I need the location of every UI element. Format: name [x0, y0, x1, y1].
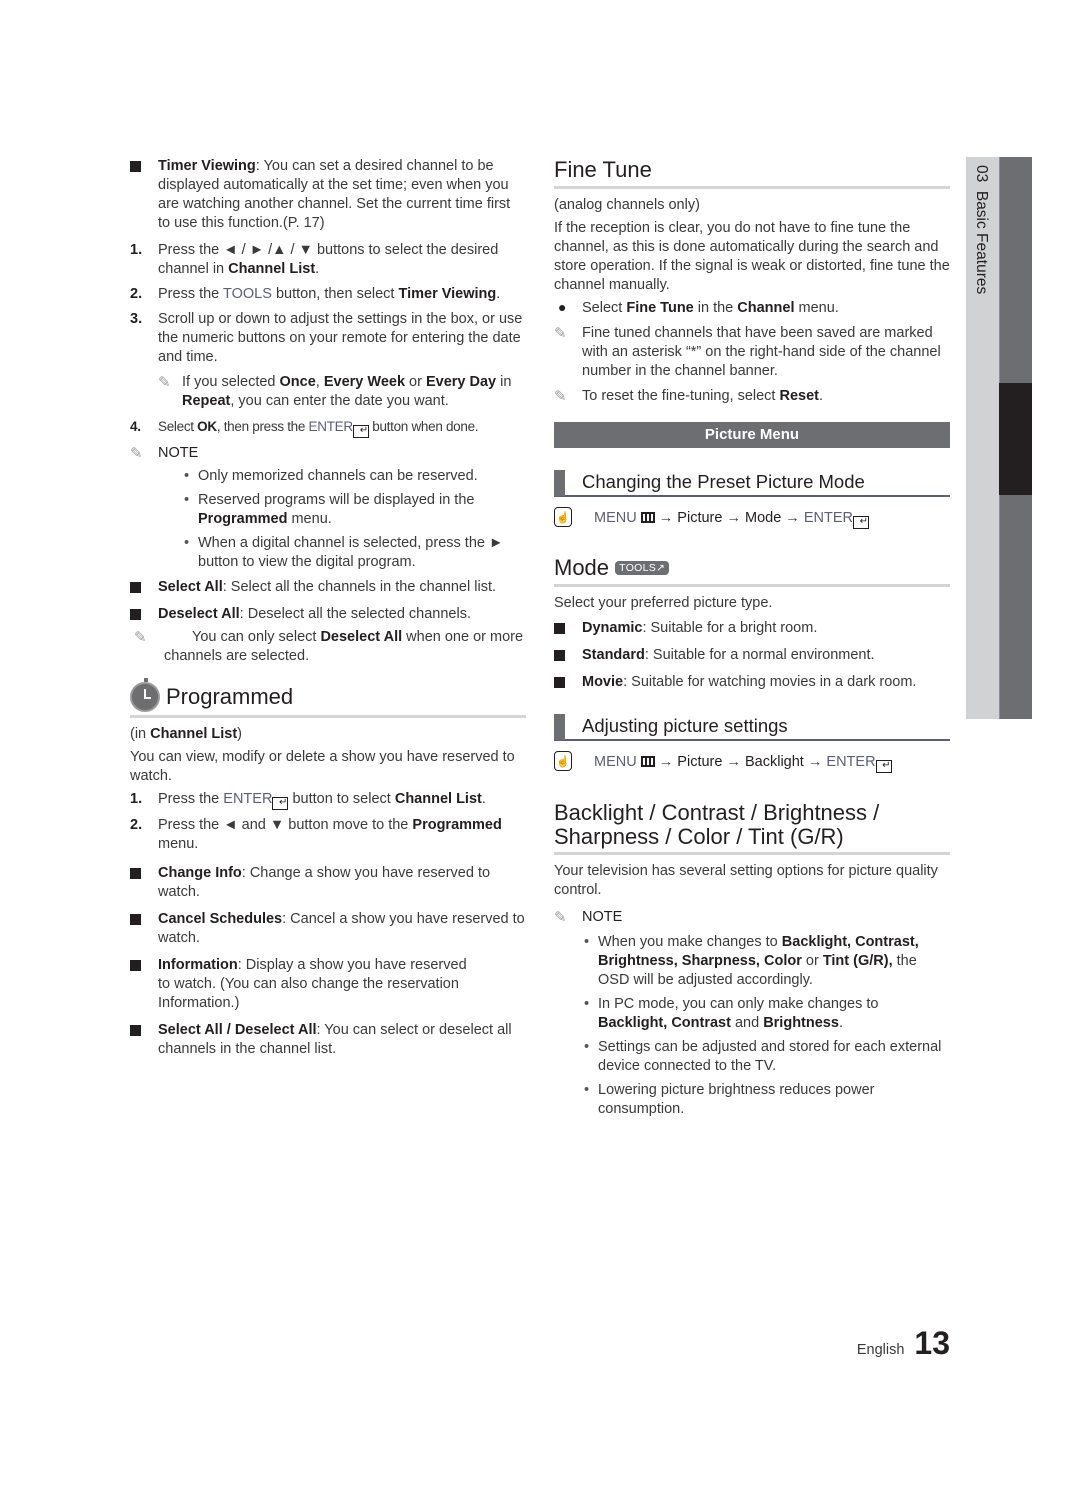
- pencil-note-icon: ✎: [554, 909, 567, 926]
- footer-language: English: [856, 1342, 905, 1358]
- note-heading: ✎ NOTE: [130, 445, 199, 462]
- tools-button-ref: TOOLS: [223, 286, 272, 302]
- square-bullet-icon: [554, 677, 565, 688]
- mode-heading: Mode TOOLS↗: [554, 555, 950, 587]
- programmed-context: (in Channel List): [130, 726, 243, 742]
- backlight-intro: Your television has several setting opti…: [554, 863, 938, 898]
- term: Timer Viewing: [158, 158, 256, 174]
- mode-standard-item: Standard: Suitable for a normal environm…: [554, 646, 950, 665]
- select-deselect-all-item: Select All / Deselect All: You can selec…: [130, 1021, 526, 1059]
- left-column: Timer Viewing: You can set a desired cha…: [130, 157, 526, 1067]
- square-bullet-icon: [130, 582, 141, 593]
- programmed-intro: You can view, modify or delete a show yo…: [130, 749, 515, 784]
- step-3-note: ✎ If you selected Once, Every Week or Ev…: [158, 374, 512, 409]
- note-bullet: • In PC mode, you can only make changes …: [584, 996, 879, 1031]
- page-number: 13: [914, 1325, 950, 1361]
- enter-icon: ↵: [352, 425, 369, 438]
- square-bullet-icon: [130, 914, 141, 925]
- select-all-item: Select All: Select all the channels in t…: [130, 578, 526, 597]
- fine-tune-bullet: ● Select Fine Tune in the Channel menu.: [558, 299, 839, 316]
- tools-badge: TOOLS↗: [615, 561, 670, 575]
- page-footer: English 13: [856, 1325, 950, 1361]
- enter-icon: ↵: [875, 760, 892, 773]
- programmed-heading: Programmed: [130, 678, 526, 718]
- step-2: 2. Press the TOOLS button, then select T…: [130, 286, 501, 302]
- adjusting-menu-path: ☝ MENU → Picture → Backlight → ENTER ↵: [554, 751, 950, 773]
- square-bullet-icon: [130, 161, 141, 172]
- right-column: Fine Tune (analog channels only) If the …: [554, 157, 950, 1124]
- chapter-index-active-marker: [999, 383, 1032, 495]
- square-bullet-icon: [554, 650, 565, 661]
- adjusting-picture-heading: Adjusting picture settings: [554, 714, 950, 741]
- backlight-heading: Backlight / Contrast / Brightness / Shar…: [554, 801, 950, 855]
- preset-picture-mode-heading: Changing the Preset Picture Mode: [554, 470, 950, 497]
- note-bullet: • When you make changes to Backlight, Co…: [584, 934, 919, 988]
- mode-dynamic-item: Dynamic: Suitable for a bright room.: [554, 619, 950, 638]
- note-bullet: • Reserved programs will be displayed in…: [184, 492, 475, 527]
- fine-tune-heading: Fine Tune: [554, 157, 950, 189]
- hand-pointer-icon: ☝: [554, 751, 572, 771]
- enter-icon: ↵: [272, 797, 289, 810]
- menu-grid-icon: [640, 756, 655, 767]
- mode-intro: Select your preferred picture type.: [554, 595, 773, 611]
- square-bullet-icon: [554, 623, 565, 634]
- square-bullet-icon: [130, 960, 141, 971]
- fine-tune-intro: If the reception is clear, you do not ha…: [554, 220, 950, 293]
- backlight-note-heading: ✎ NOTE: [554, 909, 623, 926]
- pencil-note-icon: ✎: [554, 325, 567, 342]
- step-4: 4. Select OK, then press the ENTER ↵ butt…: [130, 419, 479, 438]
- square-bullet-icon: [130, 1025, 141, 1036]
- square-bullet-icon: [130, 868, 141, 879]
- information-item: Information: Display a show you have res…: [130, 956, 526, 1013]
- step-3: 3. Scroll up or down to adjust the setti…: [130, 311, 523, 365]
- note-bullet: • Lowering picture brightness reduces po…: [584, 1082, 875, 1117]
- programmed-step-2: 2. Press the ◄ and ▼ button move to the …: [130, 817, 502, 852]
- pencil-note-icon: ✎: [130, 445, 143, 462]
- step-1: 1. Press the ◄ / ► /▲ / ▼ buttons to sel…: [130, 242, 499, 277]
- fine-tune-note-2: ✎ To reset the fine-tuning, select Reset…: [554, 388, 824, 405]
- timer-viewing-item: Timer Viewing: You can set a desired cha…: [130, 157, 526, 233]
- change-info-item: Change Info: Change a show you have rese…: [130, 864, 526, 902]
- chapter-tab-label: 03 Basic Features: [973, 165, 990, 295]
- enter-icon: ↵: [853, 516, 869, 529]
- hand-pointer-icon: ☝: [554, 507, 572, 527]
- picture-menu-banner: Picture Menu: [554, 422, 950, 448]
- fine-tune-context: (analog channels only): [554, 197, 700, 213]
- note-bullet: • Only memorized channels can be reserve…: [184, 468, 478, 484]
- pencil-note-icon: ✎: [134, 629, 147, 646]
- deselect-all-item: Deselect All: Deselect all the selected …: [130, 605, 526, 624]
- note-bullet: • When a digital channel is selected, pr…: [184, 535, 504, 570]
- clock-icon: [130, 678, 160, 712]
- pencil-note-icon: ✎: [158, 374, 171, 391]
- mode-movie-item: Movie: Suitable for watching movies in a…: [554, 673, 950, 692]
- square-bullet-icon: [130, 609, 141, 620]
- preset-menu-path: ☝ MENU → Picture → Mode → ENTER ↵: [554, 507, 950, 529]
- fine-tune-note-1: ✎ Fine tuned channels that have been sav…: [554, 325, 941, 379]
- note-bullet: • Settings can be adjusted and stored fo…: [584, 1039, 942, 1074]
- deselect-note: ✎ You can only select Deselect All when …: [134, 629, 524, 664]
- pencil-note-icon: ✎: [554, 388, 567, 405]
- cancel-schedules-item: Cancel Schedules: Cancel a show you have…: [130, 910, 526, 948]
- programmed-step-1: 1. Press the ENTER ↵ button to select Cha…: [130, 791, 486, 810]
- menu-grid-icon: [640, 512, 655, 523]
